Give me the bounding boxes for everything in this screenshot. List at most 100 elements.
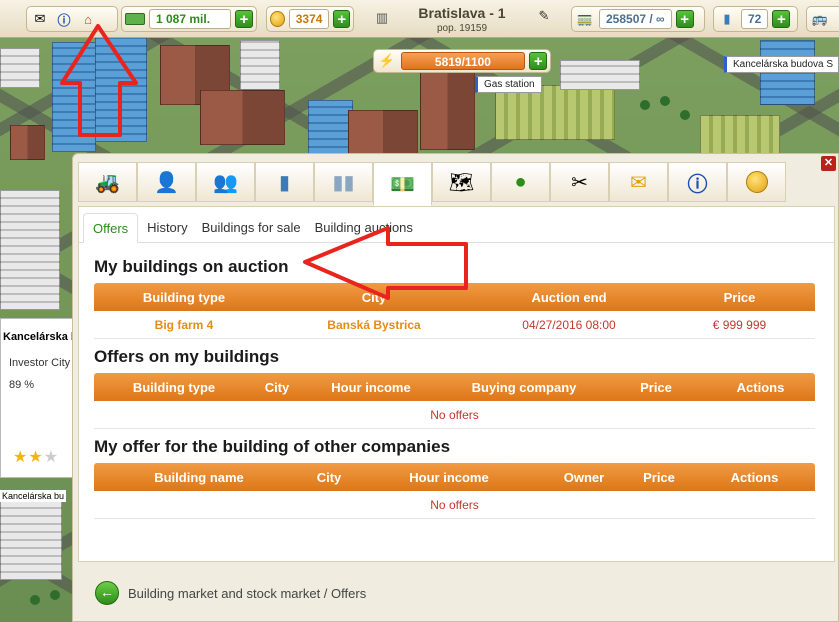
tab-history[interactable]: History: [142, 213, 192, 243]
banknote-icon: [125, 13, 145, 25]
lightning-icon: ⚡: [378, 53, 395, 68]
tab-towers[interactable]: ▮▮: [314, 162, 373, 202]
offers-mine-table: Building type City Hour income Buying co…: [94, 373, 815, 429]
mail-icon: ✉: [630, 171, 647, 194]
map-building[interactable]: [52, 42, 96, 152]
column-header: Hour income: [409, 469, 489, 485]
offers-other-table-header: Building name City Hour income Owner Pri…: [94, 463, 815, 491]
column-header: Actions: [736, 379, 785, 395]
tab-world[interactable]: ●: [491, 162, 550, 202]
offers-other-section-title: My offer for the building of other compa…: [94, 437, 451, 456]
rating-stars: ★★★: [13, 449, 60, 466]
offers-other-table: Building name City Hour income Owner Pri…: [94, 463, 815, 519]
map-building[interactable]: [0, 48, 40, 88]
map-building[interactable]: [240, 40, 280, 90]
add-transport-button[interactable]: +: [675, 10, 694, 28]
bus-icon[interactable]: 🚌: [810, 9, 830, 29]
cell-city[interactable]: Banská Bystrica: [274, 318, 474, 332]
edit-icon[interactable]: ✎: [534, 6, 554, 26]
map-building[interactable]: [700, 115, 780, 155]
skyscraper-icon: ▮: [723, 11, 731, 26]
cell-building-type[interactable]: Big farm 4: [94, 318, 274, 332]
house-icon[interactable]: ⌂: [78, 9, 98, 29]
map-building[interactable]: [200, 90, 285, 145]
building-icon: ▮: [278, 171, 290, 194]
tab-coin[interactable]: [727, 162, 786, 202]
column-header: Building type: [132, 379, 216, 395]
world-icon: ●: [514, 170, 527, 193]
tab-market[interactable]: 💵: [373, 162, 432, 206]
tab-offers[interactable]: Offers: [83, 213, 139, 243]
office-tooltip: Kancelárska budova S: [724, 56, 839, 73]
auction-table: Building type City Auction end Price Big…: [94, 283, 815, 339]
towers-icon: ▮▮: [332, 171, 355, 194]
people-icon: 👥: [213, 171, 238, 194]
info-icon: ⓘ: [687, 173, 708, 196]
buildings-box: ▮ 72 +: [713, 6, 798, 32]
bulldozer-icon: 🚜: [95, 171, 120, 194]
icon-tab-bar: 🚜 👤 👥 ▮ ▮▮ 💵 🗺 ● ✂ ✉ ⓘ: [78, 162, 786, 206]
coins-value: 3374: [288, 9, 330, 29]
coin-icon: [745, 171, 768, 193]
mail-icon[interactable]: ✉: [30, 9, 50, 29]
map-building[interactable]: [95, 32, 147, 142]
city-title: Bratislava - 1 pop. 19159: [400, 5, 524, 34]
map-building[interactable]: [420, 70, 475, 150]
empty-message: No offers: [94, 491, 815, 519]
footer-breadcrumb: ← Building market and stock market / Off…: [95, 581, 366, 605]
table-row[interactable]: Big farm 4 Banská Bystrica 04/27/2016 08…: [94, 311, 815, 339]
city-population: pop. 19159: [436, 23, 488, 34]
auction-table-header: Building type City Auction end Price: [94, 283, 815, 311]
column-header: Building name: [154, 469, 244, 485]
column-header: Building type: [142, 289, 226, 305]
tab-building[interactable]: ▮: [255, 162, 314, 202]
map-icon: 🗺: [448, 171, 475, 194]
money-value: 1 087 mil.: [149, 9, 231, 29]
add-energy-button[interactable]: +: [529, 52, 547, 70]
breadcrumb[interactable]: Building market and stock market / Offer…: [128, 586, 366, 601]
tree: [660, 96, 670, 106]
column-header: Price: [723, 289, 756, 305]
tab-people[interactable]: 👥: [196, 162, 255, 202]
close-button[interactable]: ✕: [821, 156, 836, 171]
tree: [50, 590, 60, 600]
add-buildings-button[interactable]: +: [772, 10, 791, 28]
tree: [30, 595, 40, 605]
tab-manager[interactable]: 👤: [137, 162, 196, 202]
tab-tools[interactable]: ✂: [550, 162, 609, 202]
building-map-label[interactable]: Kancelárska bu: [0, 490, 67, 502]
map-building[interactable]: [0, 190, 60, 310]
tab-bulldozer[interactable]: 🚜: [78, 162, 137, 202]
tab-info[interactable]: ⓘ: [668, 162, 727, 202]
add-coins-button[interactable]: +: [333, 10, 350, 28]
map-building[interactable]: [348, 110, 418, 155]
market-icon: 💵: [390, 173, 415, 196]
money-box: 1 087 mil. +: [121, 6, 257, 32]
map-building[interactable]: [10, 125, 45, 160]
map-building[interactable]: [308, 100, 353, 155]
map-building[interactable]: [560, 60, 640, 90]
building-info-card[interactable]: Kancelárska bud Investor City 89 % ★★★: [0, 318, 80, 478]
tab-building-auctions[interactable]: Building auctions: [310, 213, 418, 243]
buildings-value: 72: [741, 9, 769, 29]
add-money-button[interactable]: +: [235, 10, 253, 28]
cell-price: € 999 999: [712, 317, 767, 332]
transport-box: 🚃 258507 / ∞ +: [571, 6, 705, 32]
column-header: Hour income: [331, 379, 411, 395]
market-dialog: ✕ 🚜 👤 👥 ▮ ▮▮ 💵 🗺 ● ✂ ✉ ⓘ Offers History …: [72, 153, 839, 622]
map-building[interactable]: [0, 500, 62, 580]
back-button[interactable]: ←: [95, 581, 119, 605]
stats-icon[interactable]: ▥: [372, 8, 392, 28]
energy-bar: 5819/1100: [400, 52, 526, 70]
map-building[interactable]: [495, 85, 615, 140]
column-header: City: [361, 289, 387, 305]
column-header: Auction end: [531, 289, 607, 305]
tab-mail[interactable]: ✉: [609, 162, 668, 202]
offers-mine-table-header: Building type City Hour income Buying co…: [94, 373, 815, 401]
top-bar: ✉ ⓘ ⌂ 1 087 mil. + 3374 + ▥ Bratislava -…: [0, 0, 839, 38]
tab-map[interactable]: 🗺: [432, 162, 491, 202]
info-icon[interactable]: ⓘ: [54, 9, 74, 29]
column-header: Actions: [730, 469, 779, 485]
tab-buildings-for-sale[interactable]: Buildings for sale: [197, 213, 306, 243]
tree: [680, 110, 690, 120]
